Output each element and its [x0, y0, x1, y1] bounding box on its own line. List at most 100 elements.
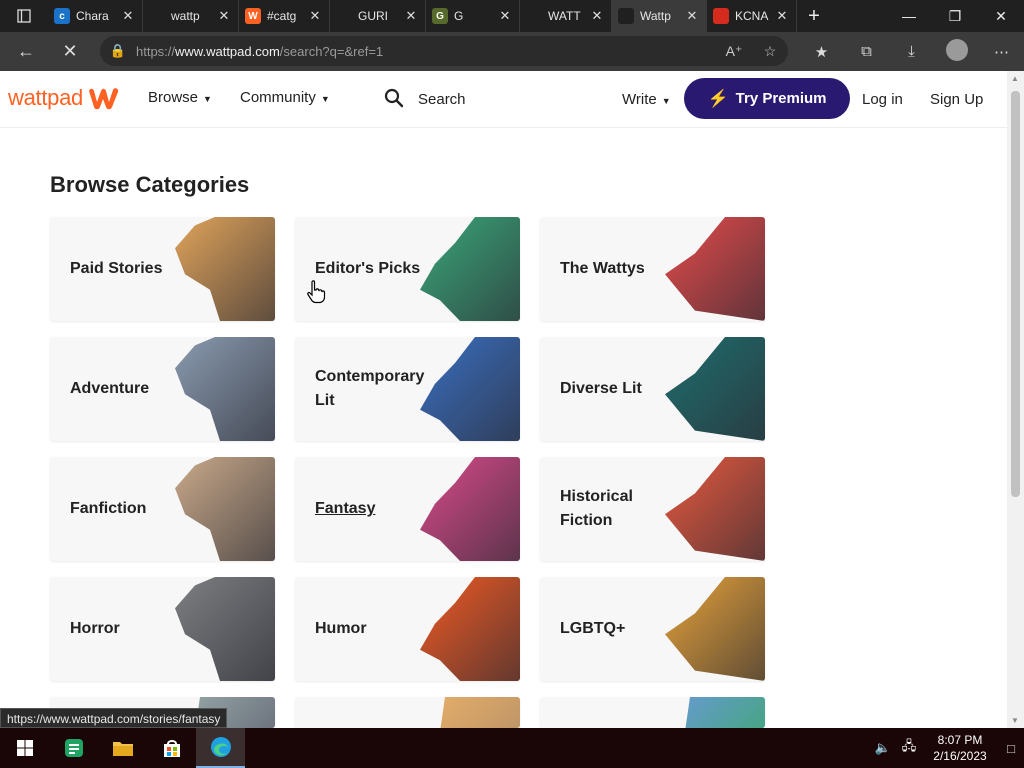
browser-tab[interactable]: KCNA ✕	[707, 0, 797, 32]
browser-tab[interactable]: WATT ✕	[520, 0, 612, 32]
category-card[interactable]: Fantasy	[295, 457, 520, 561]
read-aloud-icon[interactable]: A⁺	[716, 43, 752, 60]
category-label: Diverse Lit	[560, 380, 642, 397]
taskbar-store[interactable]	[147, 728, 196, 768]
collections-icon[interactable]: ⧉	[844, 43, 889, 60]
browser-tab[interactable]: c Chara ✕	[48, 0, 143, 32]
category-card[interactable]: Horror	[50, 577, 275, 681]
search-input[interactable]: Search	[418, 91, 466, 108]
taskbar-app-sheets[interactable]	[49, 728, 98, 768]
category-label: LGBTQ+	[560, 620, 626, 637]
category-card[interactable]: Humor	[295, 577, 520, 681]
category-label: Humor	[315, 620, 367, 637]
tab-favicon-icon: W	[245, 8, 261, 24]
category-card-partial[interactable]	[540, 697, 765, 728]
hand-cursor-icon	[307, 280, 326, 304]
tab-favicon-icon	[526, 8, 542, 24]
category-card[interactable]: Contemporary Lit	[295, 337, 520, 441]
category-card[interactable]: LGBTQ+	[540, 577, 765, 681]
tab-favicon-icon	[618, 8, 634, 24]
taskbar-edge[interactable]	[196, 728, 245, 768]
category-card[interactable]: The Wattys	[540, 217, 765, 321]
downloads-icon[interactable]: ⤓	[889, 43, 934, 60]
category-card[interactable]: Fanfiction	[50, 457, 275, 561]
browser-tab[interactable]: G G ✕	[426, 0, 520, 32]
tab-title: GURI	[358, 9, 388, 23]
taskbar-file-explorer[interactable]	[98, 728, 147, 768]
signup-link[interactable]: Sign Up	[930, 91, 983, 108]
category-card[interactable]: Editor's Picks	[295, 217, 520, 321]
close-tab-icon[interactable]: ✕	[589, 8, 605, 24]
tab-title: G	[454, 9, 464, 23]
search-icon[interactable]	[384, 88, 404, 108]
page-title: Browse Categories	[50, 172, 250, 197]
tab-title: KCNA	[735, 9, 769, 23]
tab-favicon-icon: G	[432, 8, 448, 24]
scroll-down-icon[interactable]: ▼	[1011, 716, 1019, 725]
close-window-button[interactable]: ✕	[978, 0, 1024, 32]
page-scrollbar[interactable]: ▲ ▼	[1007, 71, 1024, 728]
tab-title: WATT	[548, 9, 581, 23]
category-card-partial[interactable]	[295, 697, 520, 728]
close-tab-icon[interactable]: ✕	[120, 8, 136, 24]
category-art	[430, 697, 520, 728]
write-menu[interactable]: Write ▼	[622, 91, 671, 108]
tab-favicon-icon: c	[54, 8, 70, 24]
close-tab-icon[interactable]: ✕	[497, 8, 513, 24]
browser-toolbar: ← ✕ 🔒 https://www.wattpad.com/search?q=&…	[0, 32, 1024, 71]
windows-logo-icon	[16, 740, 33, 756]
favorites-icon[interactable]: ★	[799, 43, 844, 61]
maximize-button[interactable]: ❐	[932, 0, 978, 32]
scrollbar-thumb[interactable]	[1011, 91, 1020, 497]
browser-tab[interactable]: wattp ✕	[143, 0, 239, 32]
try-premium-button[interactable]: ⚡ Try Premium	[684, 78, 850, 119]
edge-browser-icon	[210, 737, 231, 757]
profile-button[interactable]	[934, 38, 979, 65]
category-label: Paid Stories	[70, 260, 163, 277]
close-tab-icon[interactable]: ✕	[403, 8, 419, 24]
login-link[interactable]: Log in	[862, 91, 903, 108]
more-menu-icon[interactable]: ⋯	[979, 43, 1024, 61]
category-label: Editor's Picks	[315, 260, 421, 277]
chevron-down-icon: ▼	[661, 96, 671, 106]
tab-actions-button[interactable]	[0, 0, 48, 32]
browser-tab[interactable]: GURI ✕	[330, 0, 426, 32]
chevron-down-icon: ▼	[320, 94, 330, 104]
notification-icon[interactable]: □	[998, 741, 1024, 756]
clock[interactable]: 8:07 PM 2/16/2023	[922, 732, 998, 764]
category-label: Contemporary Lit	[315, 368, 425, 409]
community-menu[interactable]: Community ▼	[240, 89, 330, 106]
back-button[interactable]: ←	[6, 32, 46, 71]
category-card[interactable]: Adventure	[50, 337, 275, 441]
start-button[interactable]	[0, 728, 49, 768]
category-card[interactable]: Diverse Lit	[540, 337, 765, 441]
stop-loading-button[interactable]: ✕	[50, 32, 90, 71]
browser-tab[interactable]: Wattp ✕	[612, 0, 707, 32]
minimize-button[interactable]: —	[886, 0, 932, 32]
volume-icon[interactable]: 🔈	[870, 740, 896, 756]
browse-label: Browse	[148, 89, 199, 106]
favorite-star-icon[interactable]: ☆	[752, 43, 788, 60]
browser-tab[interactable]: W #catg ✕	[239, 0, 330, 32]
close-tab-icon[interactable]: ✕	[307, 8, 323, 24]
wattpad-logo[interactable]: wattpad	[8, 85, 121, 111]
category-card[interactable]: Historical Fiction	[540, 457, 765, 561]
close-tab-icon[interactable]: ✕	[216, 8, 232, 24]
lock-icon[interactable]: 🔒	[100, 43, 136, 59]
tab-favicon-icon	[713, 8, 729, 24]
close-tab-icon[interactable]: ✕	[684, 8, 700, 24]
browse-menu[interactable]: Browse ▼	[148, 89, 212, 106]
close-tab-icon[interactable]: ✕	[774, 8, 790, 24]
lightning-icon: ⚡	[707, 88, 729, 108]
new-tab-button[interactable]: +	[797, 5, 831, 28]
wattpad-w-icon	[88, 88, 119, 110]
address-bar[interactable]: 🔒 https://www.wattpad.com/search?q=&ref=…	[100, 36, 788, 66]
window-controls: — ❐ ✕	[886, 0, 1024, 32]
url-text[interactable]: https://www.wattpad.com/search?q=&ref=1	[136, 44, 716, 59]
network-icon[interactable]: 🖧	[896, 737, 922, 759]
category-label: The Wattys	[560, 260, 645, 277]
tab-title: #catg	[267, 9, 297, 23]
category-card[interactable]: Paid Stories	[50, 217, 275, 321]
clock-time: 8:07 PM	[937, 733, 983, 747]
scroll-up-icon[interactable]: ▲	[1011, 74, 1019, 83]
